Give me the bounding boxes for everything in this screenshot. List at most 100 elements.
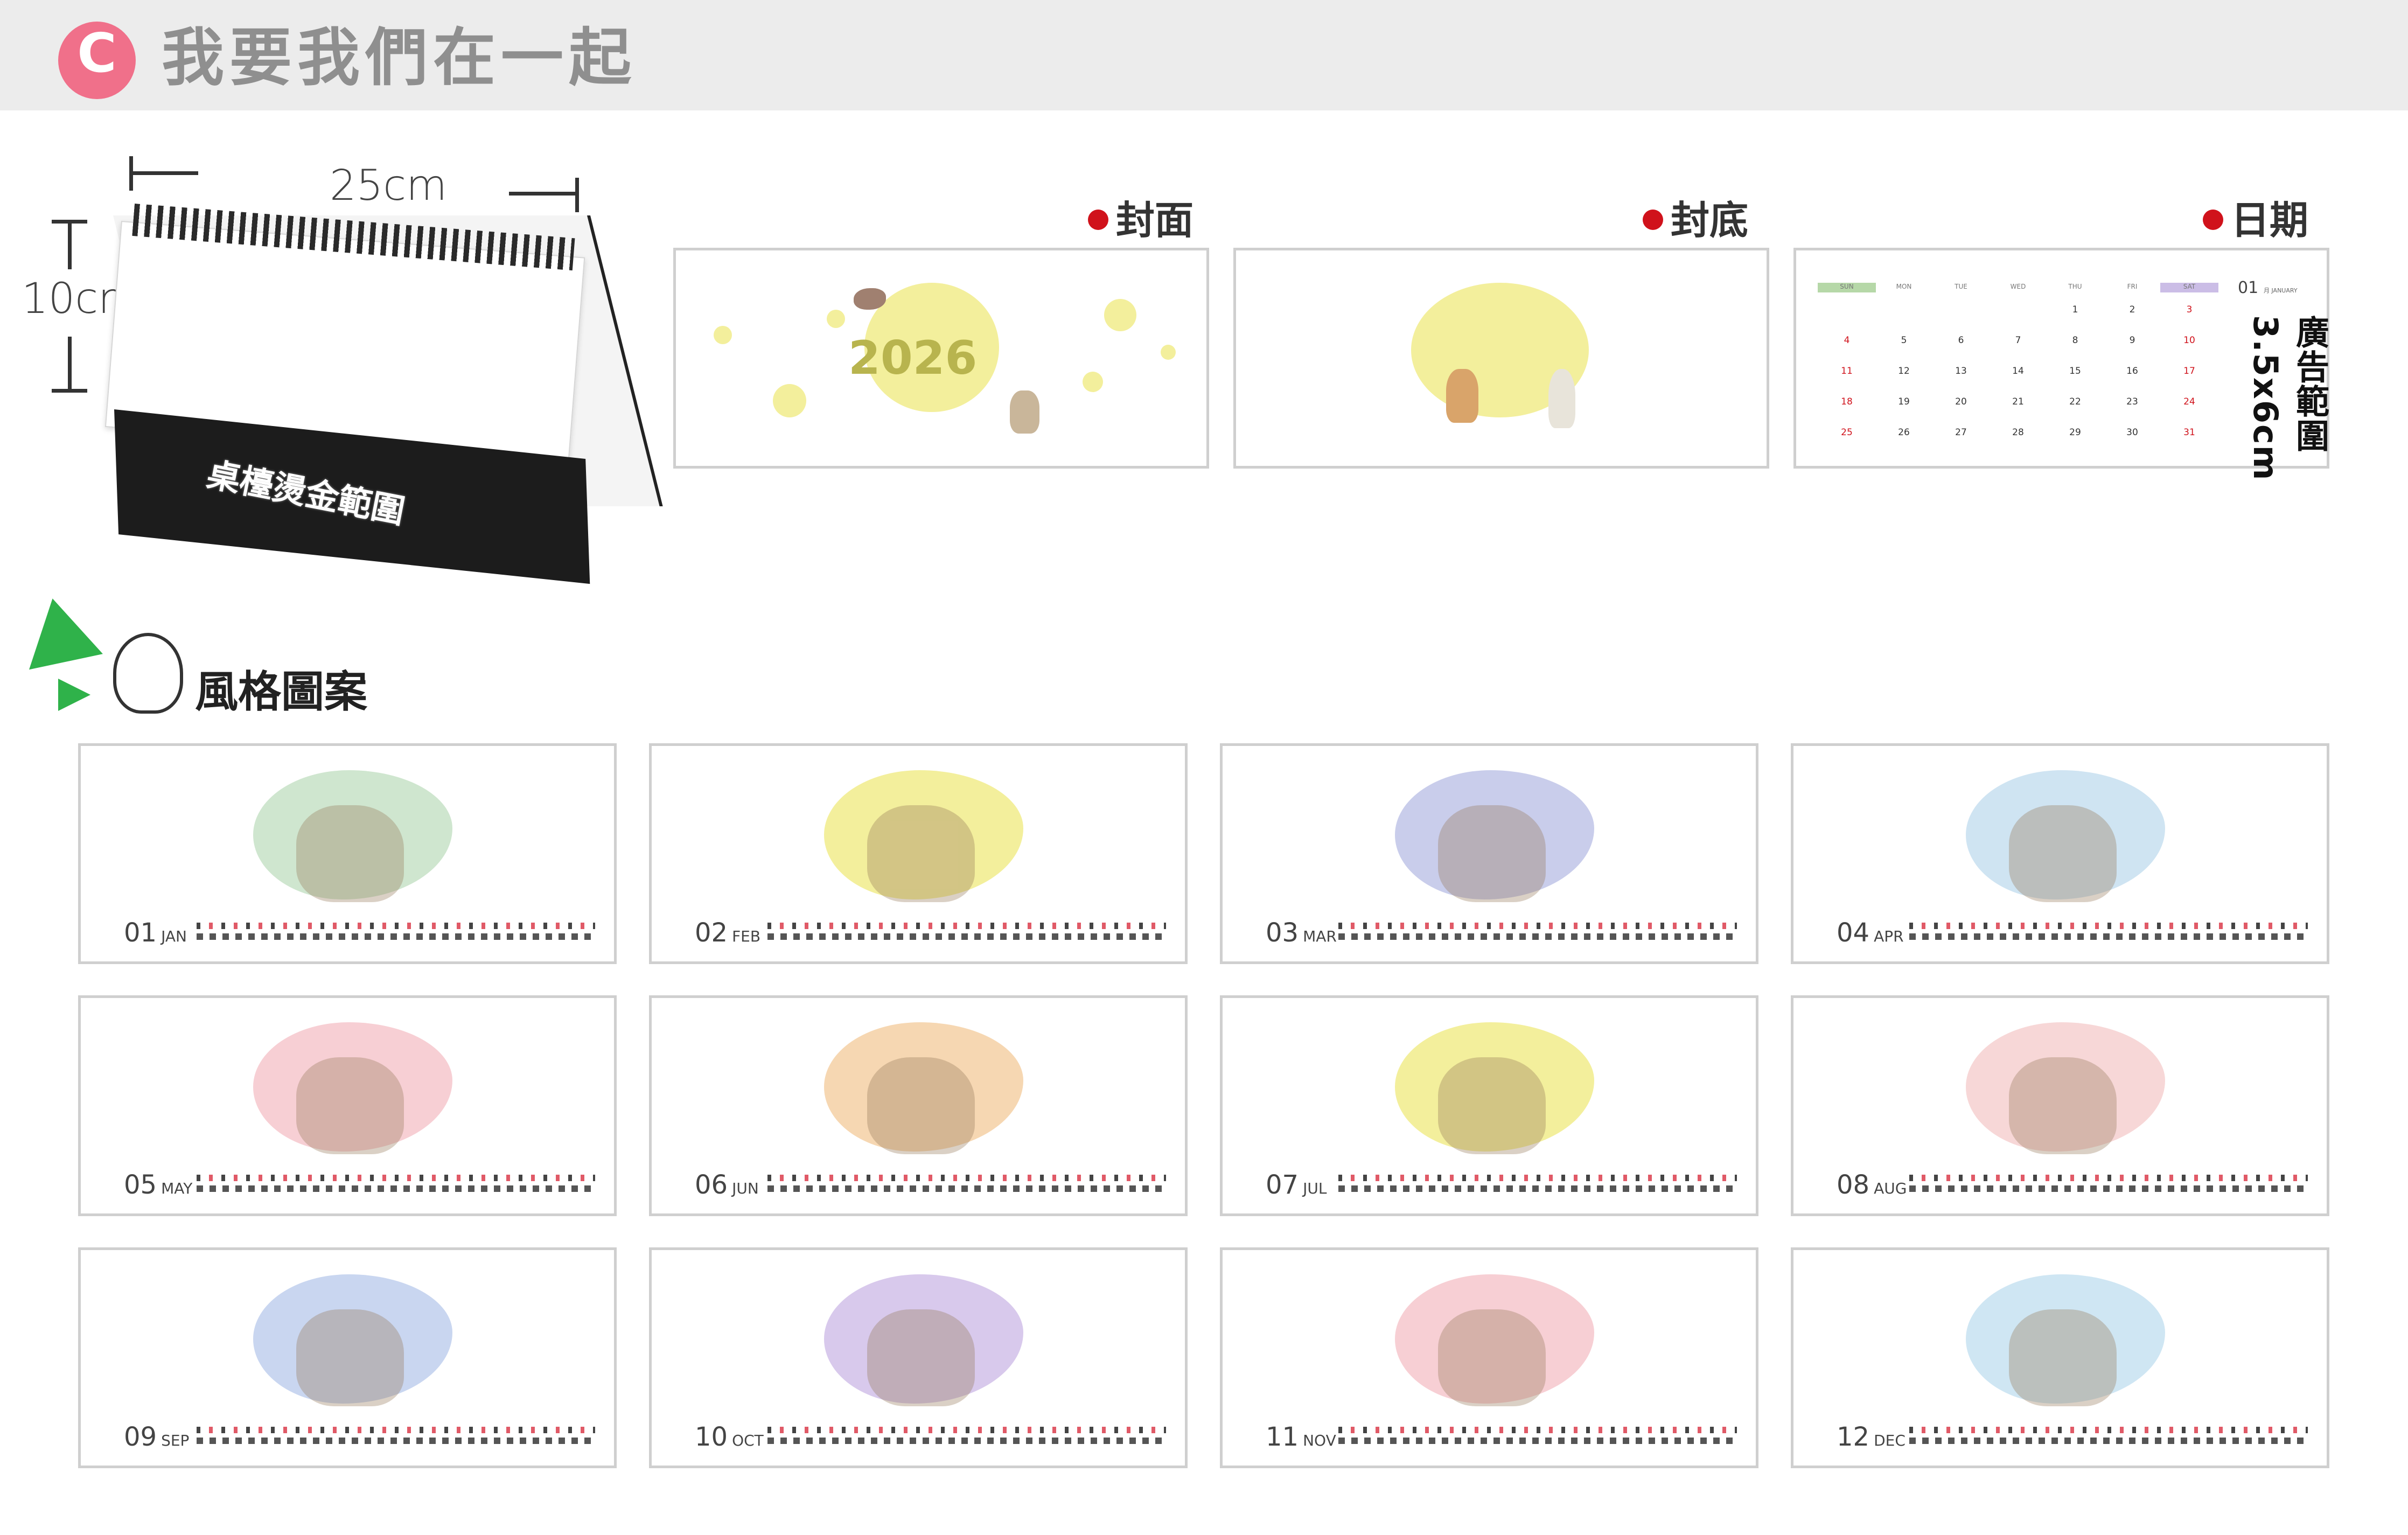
dates-label-text: 日期 <box>2231 198 2309 243</box>
weekday-letters <box>1338 1175 1737 1181</box>
section-badge: C <box>58 22 136 99</box>
cat-illustration <box>1446 369 1478 423</box>
height-rule-top <box>68 221 72 269</box>
month-abbr: APR <box>1874 927 1904 945</box>
date-cell: 31 <box>2183 427 2195 438</box>
date-cell: 16 <box>2126 366 2138 376</box>
day-strip <box>1909 923 2308 941</box>
month-card: 02 FEB <box>649 743 1188 964</box>
animal-illustration <box>1438 1309 1546 1406</box>
weekday-mon: MON <box>1896 283 1912 290</box>
month-number: 10 <box>695 1422 728 1452</box>
cover-dot <box>1083 372 1103 392</box>
back-label: 封底 <box>1643 189 1748 245</box>
animal-illustration <box>2009 805 2117 902</box>
green-arrow-icon <box>58 679 90 711</box>
month-abbr: NOV <box>1303 1432 1336 1449</box>
day-numbers <box>1909 1438 2308 1444</box>
month-number: 08 <box>1837 1170 1870 1200</box>
sparrow-illustration <box>854 288 886 310</box>
weekday-sun: SUN <box>1840 283 1854 290</box>
day-strip <box>197 1175 595 1193</box>
day-numbers <box>767 933 1166 940</box>
month-number: 09 <box>124 1422 157 1452</box>
back-label-text: 封底 <box>1671 198 1749 243</box>
animal-illustration <box>867 1057 975 1154</box>
date-cell: 7 <box>2015 335 2021 346</box>
month-number: 02 <box>695 918 728 948</box>
weekday-tue: TUE <box>1955 283 1967 290</box>
month-abbr: JUL <box>1303 1180 1327 1197</box>
date-cell: 25 <box>1841 427 1853 438</box>
day-strip <box>767 1175 1166 1193</box>
month-label: 08 AUG <box>1837 1170 1907 1200</box>
month-label: 05 MAY <box>124 1170 192 1200</box>
month-card: 11 NOV <box>1220 1247 1758 1468</box>
month-card: 07 JUL <box>1220 995 1758 1216</box>
cover-year: 2026 <box>848 331 978 385</box>
month-number: 06 <box>695 1170 728 1200</box>
month-card: 01 JAN <box>78 743 617 964</box>
weekday-letters <box>767 1427 1166 1433</box>
month-label: 07 JUL <box>1266 1170 1327 1200</box>
date-cell: 1 <box>2072 304 2078 315</box>
bullet-dot-icon <box>1643 210 1663 231</box>
month-abbr: AUG <box>1874 1180 1907 1197</box>
day-strip <box>197 923 595 941</box>
month-number: 01 <box>2238 278 2259 297</box>
weekday-letters <box>767 1175 1166 1181</box>
width-rule-left <box>129 171 198 175</box>
date-cell: 12 <box>1898 366 1910 376</box>
date-cell: 21 <box>2012 396 2024 407</box>
day-strip <box>1338 1175 1737 1193</box>
day-numbers <box>767 1438 1166 1444</box>
weekday-letters <box>1909 923 2308 929</box>
month-card: 03 MAR <box>1220 743 1758 964</box>
day-strip <box>197 1427 595 1445</box>
animal-illustration <box>867 1309 975 1406</box>
month-card: 04 APR <box>1791 743 2329 964</box>
day-numbers <box>767 1185 1166 1192</box>
cover-dot <box>1104 299 1136 331</box>
height-rule-top-tick <box>52 220 87 224</box>
style-section-title: 風格圖案 <box>195 667 367 717</box>
month-abbr: MAR <box>1303 927 1337 945</box>
dates-preview: SUN MON TUE WED THU FRI SAT 1 2 3 4 5 6 7 8 9 10 1… <box>1793 248 2329 481</box>
weekday-letters <box>1909 1175 2308 1181</box>
weekday-wed: WED <box>2010 283 2026 290</box>
animal-illustration <box>1438 805 1546 902</box>
month-name: 月 JANUARY <box>2264 287 2298 294</box>
weekday-letters <box>197 1175 595 1181</box>
date-cell: 30 <box>2126 427 2138 438</box>
month-label: 09 SEP <box>124 1422 189 1452</box>
month-number: 05 <box>124 1170 157 1200</box>
month-abbr: DEC <box>1874 1432 1906 1449</box>
month-number: 12 <box>1837 1422 1870 1452</box>
date-cell: 17 <box>2183 366 2195 376</box>
date-cell: 23 <box>2126 396 2138 407</box>
month-card: 09 SEP <box>78 1247 617 1468</box>
date-cell: 19 <box>1898 396 1910 407</box>
date-cell: 6 <box>1958 335 1964 346</box>
animal-illustration <box>296 1309 404 1406</box>
animal-illustration <box>867 805 975 902</box>
weekday-letters <box>197 923 595 929</box>
weekday-letters <box>1909 1427 2308 1433</box>
month-number: 01 <box>124 918 157 948</box>
date-cell: 22 <box>2069 396 2081 407</box>
month-label: 02 FEB <box>695 918 760 948</box>
page-title: 我要我們在一起 <box>162 22 637 94</box>
width-rule-left-tick <box>129 156 133 191</box>
rabbit-illustration <box>1548 369 1575 428</box>
day-numbers <box>1909 933 2308 940</box>
girl-doodle-icon <box>113 633 183 714</box>
date-grid: SUN MON TUE WED THU FRI SAT 1 2 3 4 5 6 7 8 9 10 1… <box>1818 283 2218 444</box>
rabbit-illustration <box>1010 390 1039 434</box>
cover-label: 封面 <box>1088 189 1193 245</box>
day-strip <box>767 1427 1166 1445</box>
date-cell: 5 <box>1901 335 1907 346</box>
month-abbr: SEP <box>161 1432 190 1449</box>
day-numbers <box>1338 1185 1737 1192</box>
date-cell: 29 <box>2069 427 2081 438</box>
date-cell: 8 <box>2072 335 2078 346</box>
